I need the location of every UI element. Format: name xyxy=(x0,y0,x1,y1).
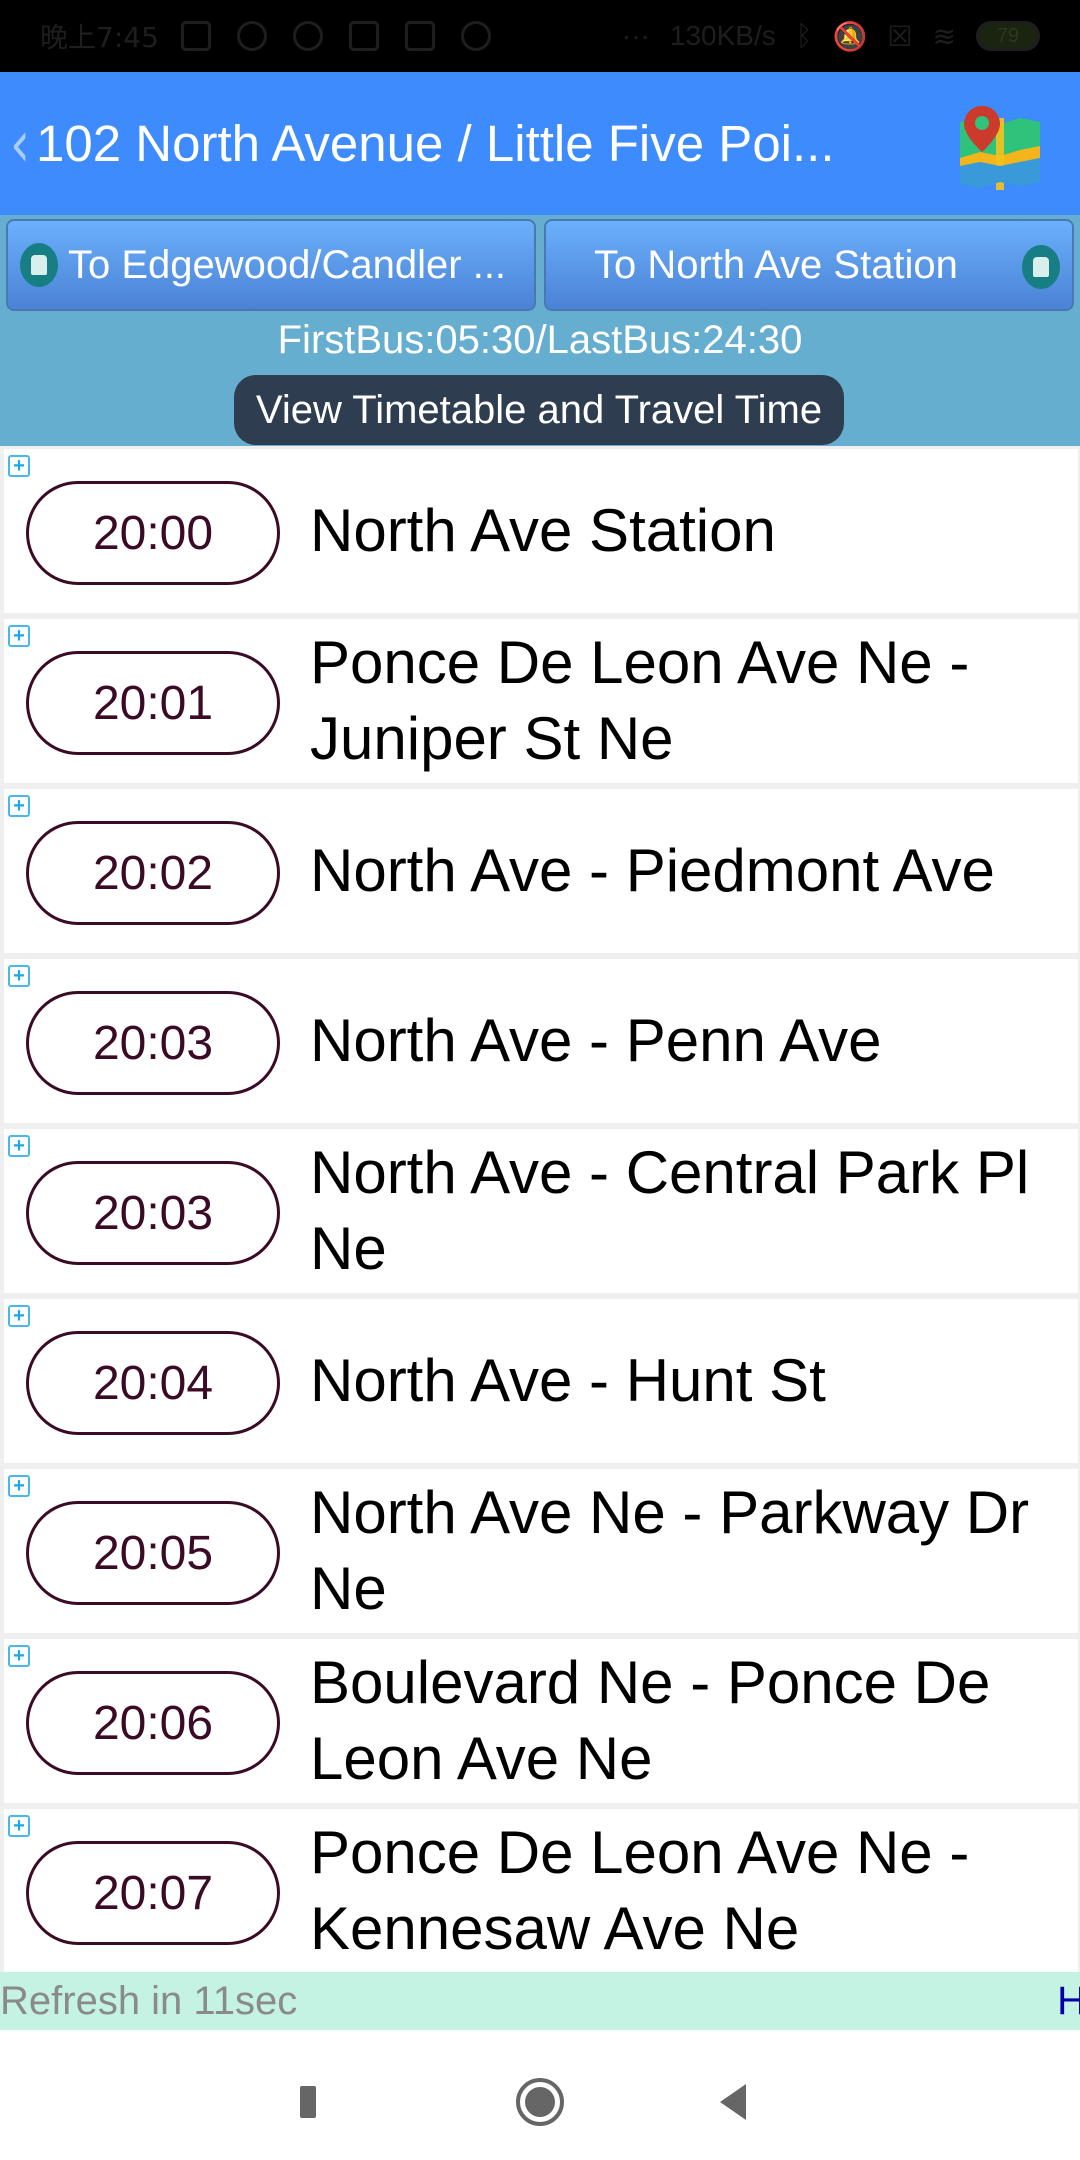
app-header: ‹ 102 North Avenue / Little Five Poi... xyxy=(0,72,1080,215)
view-timetable-button[interactable]: View Timetable and Travel Time xyxy=(234,375,844,445)
refresh-countdown: Refresh in 11sec xyxy=(0,1978,298,2023)
stop-list[interactable]: +20:00 North Ave Station +20:01 Ponce De Le… xyxy=(0,446,1080,1972)
app-icon xyxy=(404,21,435,51)
chevron-left-icon[interactable]: ‹ xyxy=(10,106,30,181)
route-panel: To Edgewood/Candler ... To North Ave Sta… xyxy=(0,215,1080,446)
direction-label: To North Ave Station xyxy=(594,242,958,287)
stop-row[interactable]: +20:06 Boulevard Ne - Ponce De Leon Ave N… xyxy=(4,1639,1078,1803)
arrival-time: 20:02 xyxy=(26,821,280,925)
direction-button-edgewood[interactable]: To Edgewood/Candler ... xyxy=(6,219,536,311)
direction-label: To Edgewood/Candler ... xyxy=(68,242,507,287)
bus-icon xyxy=(1022,245,1060,289)
network-speed: 130KB/s xyxy=(669,20,776,51)
expand-plus-icon[interactable]: + xyxy=(8,1475,30,1497)
stop-name: Boulevard Ne - Ponce De Leon Ave Ne xyxy=(310,1649,991,1792)
expand-plus-icon[interactable]: + xyxy=(8,1815,30,1837)
arrival-time: 20:00 xyxy=(26,481,280,585)
arrival-time: 20:03 xyxy=(26,991,280,1095)
system-nav-bar xyxy=(0,2030,1080,2160)
stop-name: North Ave - Central Park Pl Ne xyxy=(310,1139,1030,1282)
arrival-time: 20:05 xyxy=(26,1501,280,1605)
status-right: ··· 130KB/s ᛒ 🔕 ☒ ≋ 79 xyxy=(622,20,1040,53)
back-icon[interactable] xyxy=(720,2084,746,2120)
bus-icon xyxy=(20,243,58,287)
expand-plus-icon[interactable]: + xyxy=(8,455,30,477)
status-bar: 晚上7:45 ··· 130KB/s ᛒ 🔕 ☒ ≋ 79 xyxy=(0,0,1080,72)
status-time: 晚上7:45 xyxy=(40,21,159,54)
app-icon xyxy=(292,21,323,51)
app-grid-icon xyxy=(180,21,211,51)
sim-icon: ☒ xyxy=(887,20,913,52)
stop-name: North Ave - Hunt St xyxy=(310,1347,826,1414)
stop-row[interactable]: +20:04 North Ave - Hunt St xyxy=(4,1299,1078,1463)
arrival-time: 20:04 xyxy=(26,1331,280,1435)
stop-row[interactable]: +20:00 North Ave Station xyxy=(4,449,1078,613)
stop-name: Ponce De Leon Ave Ne - Kennesaw Ave Ne xyxy=(310,1819,970,1962)
expand-plus-icon[interactable]: + xyxy=(8,1135,30,1157)
stop-row[interactable]: +20:03 North Ave - Penn Ave xyxy=(4,959,1078,1123)
stop-name: North Ave Station xyxy=(310,497,776,564)
arrival-time: 20:06 xyxy=(26,1671,280,1775)
expand-plus-icon[interactable]: + xyxy=(8,1645,30,1667)
stop-row[interactable]: +20:02 North Ave - Piedmont Ave xyxy=(4,789,1078,953)
stop-name: North Ave - Piedmont Ave xyxy=(310,837,995,904)
stop-row[interactable]: +20:05 North Ave Ne - Parkway Dr Ne xyxy=(4,1469,1078,1633)
wifi-icon: ≋ xyxy=(932,20,956,52)
app-icon xyxy=(460,21,491,51)
recent-apps-icon[interactable] xyxy=(300,2086,316,2118)
expand-plus-icon[interactable]: + xyxy=(8,795,30,817)
expand-plus-icon[interactable]: + xyxy=(8,625,30,647)
bluetooth-icon: ᛒ xyxy=(795,20,813,51)
arrival-time: 20:01 xyxy=(26,651,280,755)
more-icon: ··· xyxy=(621,20,650,51)
home-icon[interactable] xyxy=(516,2078,564,2126)
stop-name: North Ave Ne - Parkway Dr Ne xyxy=(310,1479,1030,1622)
refresh-bar: Refresh in 11sec H xyxy=(0,1972,1080,2030)
stop-row[interactable]: +20:03 North Ave - Central Park Pl Ne xyxy=(4,1129,1078,1293)
calendar-icon xyxy=(348,21,379,51)
route-title: 102 North Avenue / Little Five Poi... xyxy=(36,115,835,172)
download-icon xyxy=(236,21,267,51)
expand-plus-icon[interactable]: + xyxy=(8,1305,30,1327)
stop-row[interactable]: +20:01 Ponce De Leon Ave Ne - Juniper St … xyxy=(4,619,1078,783)
arrival-time: 20:03 xyxy=(26,1161,280,1265)
footer-link[interactable]: H xyxy=(1057,1979,1080,2024)
stop-name: Ponce De Leon Ave Ne - Juniper St Ne xyxy=(310,629,970,772)
arrival-time: 20:07 xyxy=(26,1841,280,1945)
mute-icon: 🔕 xyxy=(832,20,868,52)
expand-plus-icon[interactable]: + xyxy=(8,965,30,987)
stop-name: North Ave - Penn Ave xyxy=(310,1007,882,1074)
direction-button-north-ave[interactable]: To North Ave Station xyxy=(544,219,1074,311)
notification-icons xyxy=(180,21,491,51)
map-icon[interactable] xyxy=(960,102,1040,190)
stop-row[interactable]: +20:07 Ponce De Leon Ave Ne - Kennesaw Av… xyxy=(4,1809,1078,1972)
battery-icon: 79 xyxy=(976,21,1040,51)
bus-hours: FirstBus:05:30/LastBus:24:30 xyxy=(277,318,803,362)
